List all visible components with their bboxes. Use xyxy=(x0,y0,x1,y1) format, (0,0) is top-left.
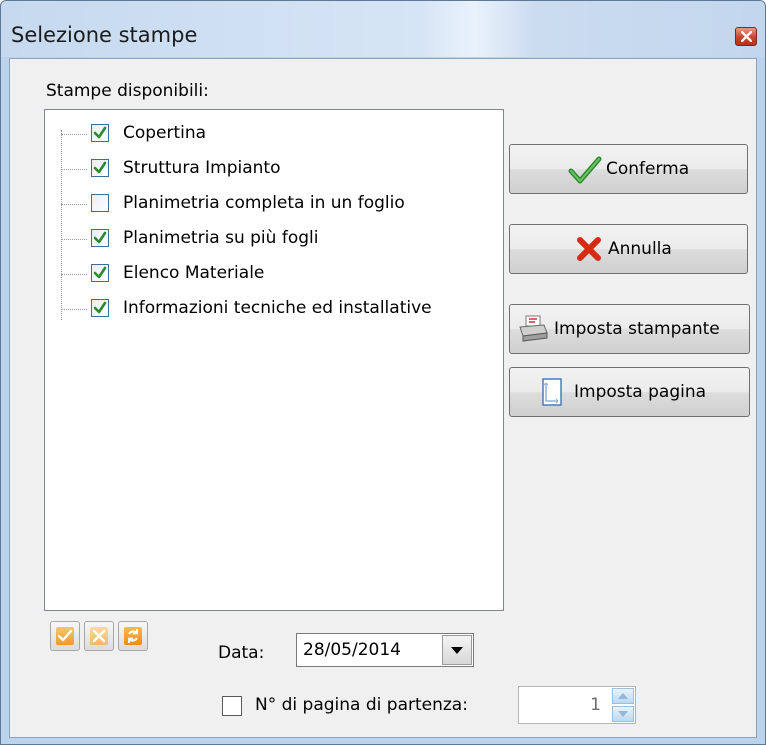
date-picker[interactable]: 28/05/2014 xyxy=(296,633,474,667)
start-page-label: N° di pagina di partenza: xyxy=(255,695,468,715)
start-page-spinner[interactable]: 1 xyxy=(518,686,636,724)
chevron-down-icon xyxy=(451,647,463,654)
list-item-label: Elenco Materiale xyxy=(123,263,265,283)
checkbox-check-icon xyxy=(93,266,107,279)
spinner-down-button[interactable] xyxy=(612,706,634,722)
item-checkbox[interactable] xyxy=(91,229,109,247)
cancel-button[interactable]: Annulla xyxy=(509,224,748,274)
tree-connector xyxy=(61,204,87,205)
spinner-up-button[interactable] xyxy=(612,688,634,704)
page-icon xyxy=(542,378,562,406)
item-checkbox[interactable] xyxy=(91,194,109,212)
title-bar[interactable]: Selezione stampe xyxy=(1,1,765,57)
printer-icon xyxy=(519,315,548,342)
item-checkbox[interactable] xyxy=(91,299,109,317)
list-item-label: Planimetria completa in un foglio xyxy=(123,193,405,213)
dialog-body: Stampe disponibili: Copertina Struttura I… xyxy=(9,58,757,738)
item-checkbox[interactable] xyxy=(91,264,109,282)
page-setup-button[interactable]: Imposta pagina xyxy=(509,367,750,417)
list-item[interactable]: Elenco Materiale xyxy=(45,258,485,292)
list-item-label: Struttura Impianto xyxy=(123,158,281,178)
list-item-label: Informazioni tecniche ed installative xyxy=(123,298,432,318)
tree-connector xyxy=(61,309,87,310)
start-page-value: 1 xyxy=(590,695,601,715)
checkbox-check-icon xyxy=(93,231,107,244)
printer-setup-button[interactable]: Imposta stampante xyxy=(509,304,750,354)
date-label: Data: xyxy=(218,643,265,663)
page-setup-label: Imposta pagina xyxy=(574,382,707,402)
uncheck-all-icon xyxy=(90,627,108,645)
list-item[interactable]: Informazioni tecniche ed installative xyxy=(45,293,485,327)
tree-connector xyxy=(61,274,87,275)
invert-selection-icon xyxy=(124,627,142,645)
item-checkbox[interactable] xyxy=(91,159,109,177)
date-value: 28/05/2014 xyxy=(303,640,401,660)
list-item[interactable]: Planimetria completa in un foglio xyxy=(45,188,485,222)
list-item[interactable]: Planimetria su più fogli xyxy=(45,223,485,257)
deselect-all-button[interactable] xyxy=(84,621,114,651)
chevron-down-icon xyxy=(618,711,628,717)
check-all-icon xyxy=(56,627,74,645)
cancel-button-label: Annulla xyxy=(608,239,672,259)
item-checkbox[interactable] xyxy=(91,124,109,142)
tree-connector xyxy=(61,239,87,240)
list-item-label: Planimetria su più fogli xyxy=(123,228,319,248)
checkbox-check-icon xyxy=(93,126,107,139)
close-button[interactable] xyxy=(735,27,757,46)
checkbox-check-icon xyxy=(93,161,107,174)
prints-tree-list[interactable]: Copertina Struttura Impianto Planimetria c… xyxy=(44,109,504,611)
list-item[interactable]: Struttura Impianto xyxy=(45,153,485,187)
window-title: Selezione stampe xyxy=(11,23,198,47)
tree-connector xyxy=(61,169,87,170)
confirm-button[interactable]: Conferma xyxy=(509,144,748,194)
list-item-label: Copertina xyxy=(123,123,207,143)
tree-connector xyxy=(61,134,87,135)
invert-selection-button[interactable] xyxy=(118,621,148,651)
date-dropdown-button[interactable] xyxy=(442,635,472,665)
start-page-checkbox[interactable] xyxy=(222,696,242,716)
list-item[interactable]: Copertina xyxy=(45,118,485,152)
dialog-window: Selezione stampe Stampe disponibili: Cop… xyxy=(0,0,766,745)
checkmark-icon xyxy=(568,156,602,184)
printer-setup-label: Imposta stampante xyxy=(554,319,720,339)
close-icon xyxy=(741,31,752,42)
x-icon xyxy=(577,237,601,261)
checkbox-check-icon xyxy=(93,301,107,314)
select-all-button[interactable] xyxy=(50,621,80,651)
available-prints-label: Stampe disponibili: xyxy=(46,81,209,101)
chevron-up-icon xyxy=(618,693,628,699)
confirm-button-label: Conferma xyxy=(606,159,690,179)
